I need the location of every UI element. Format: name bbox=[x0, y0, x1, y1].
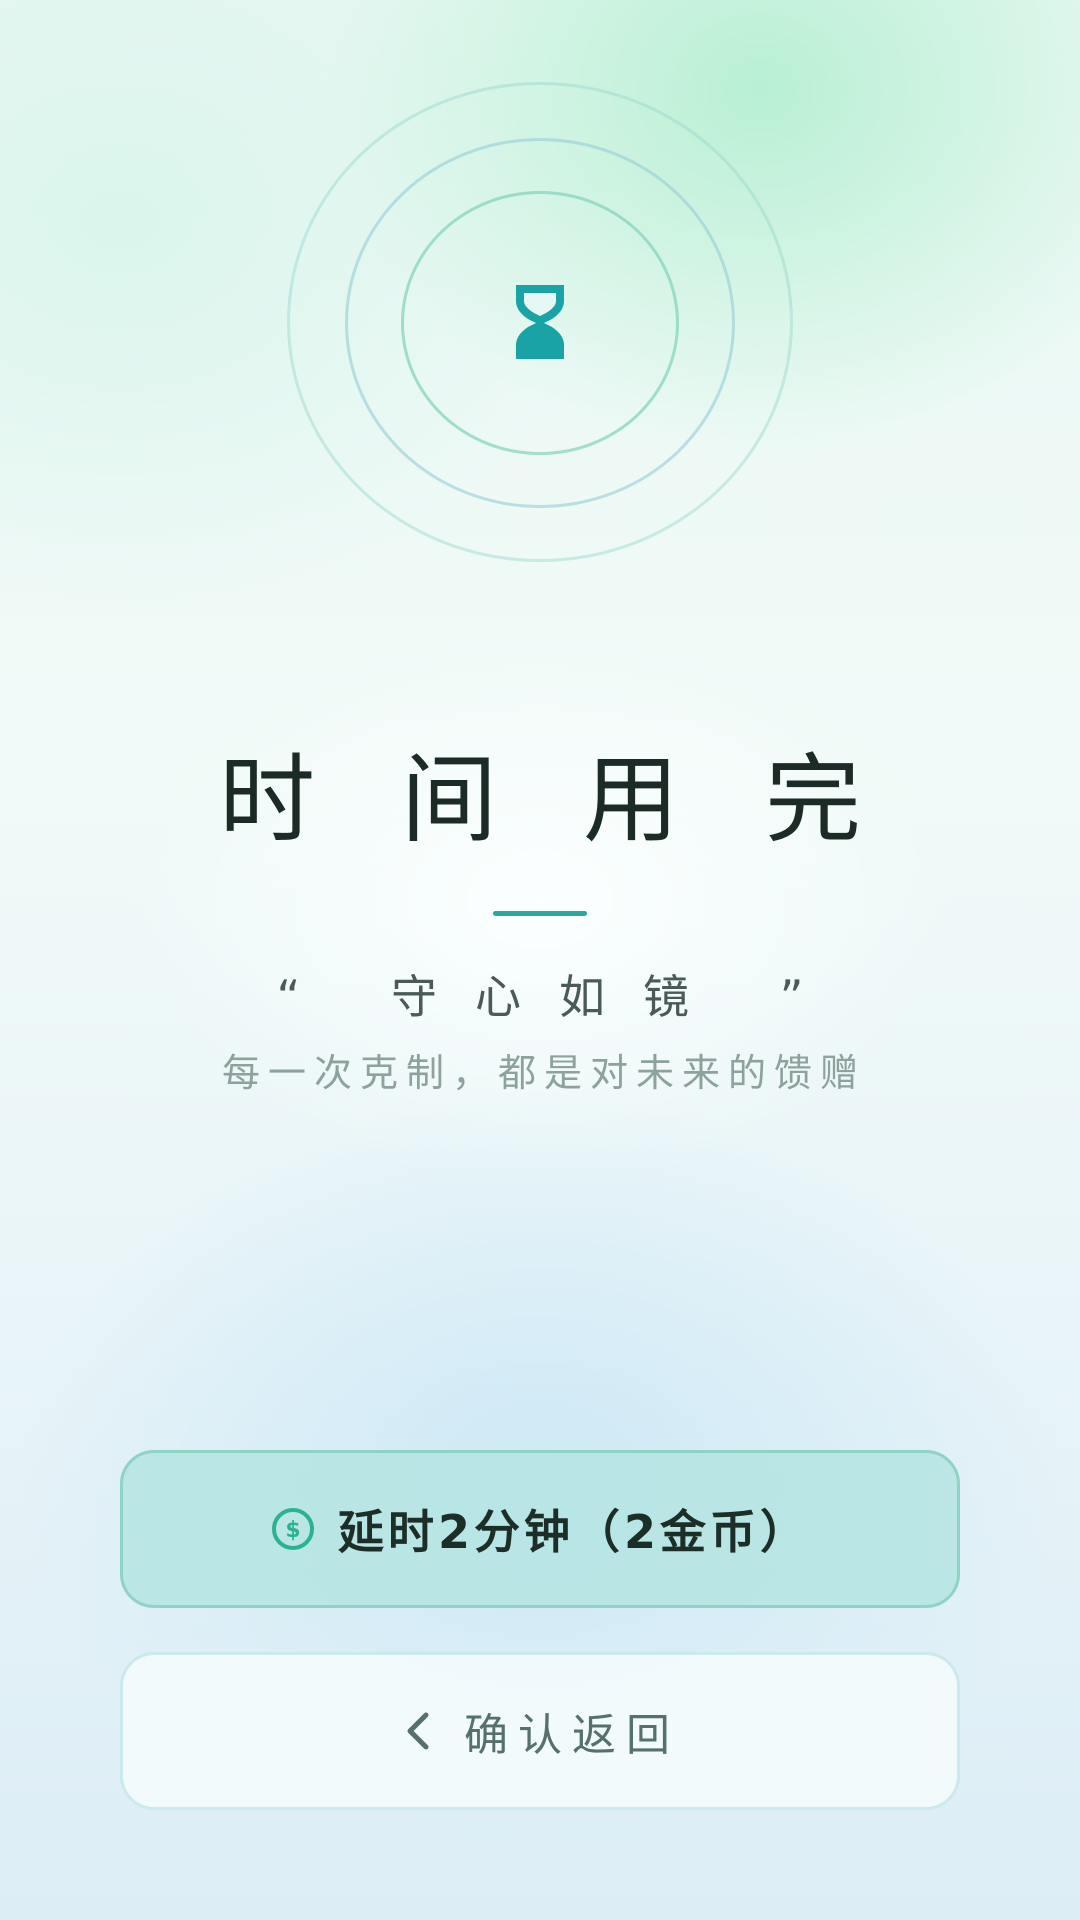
coin-icon: $ bbox=[271, 1508, 314, 1550]
subtitle-text: 每一次克制，都是对未来的馈赠 bbox=[221, 1051, 866, 1095]
extend-time-label: 延时2分钟（2金币） bbox=[337, 1505, 810, 1559]
motto-text: “ 守心如镜 ” bbox=[276, 970, 842, 1024]
confirm-back-button[interactable]: 确认返回 bbox=[120, 1652, 960, 1810]
hourglass-icon bbox=[516, 285, 564, 359]
page-title: 时间用完 bbox=[219, 744, 947, 856]
hourglass-rings bbox=[0, 0, 1080, 640]
extend-time-button[interactable]: $ 延时2分钟（2金币） bbox=[120, 1450, 960, 1608]
chevron-left-icon bbox=[407, 1712, 429, 1750]
svg-text:$: $ bbox=[285, 1518, 300, 1543]
confirm-back-label: 确认返回 bbox=[464, 1710, 680, 1761]
title-divider bbox=[493, 911, 587, 916]
